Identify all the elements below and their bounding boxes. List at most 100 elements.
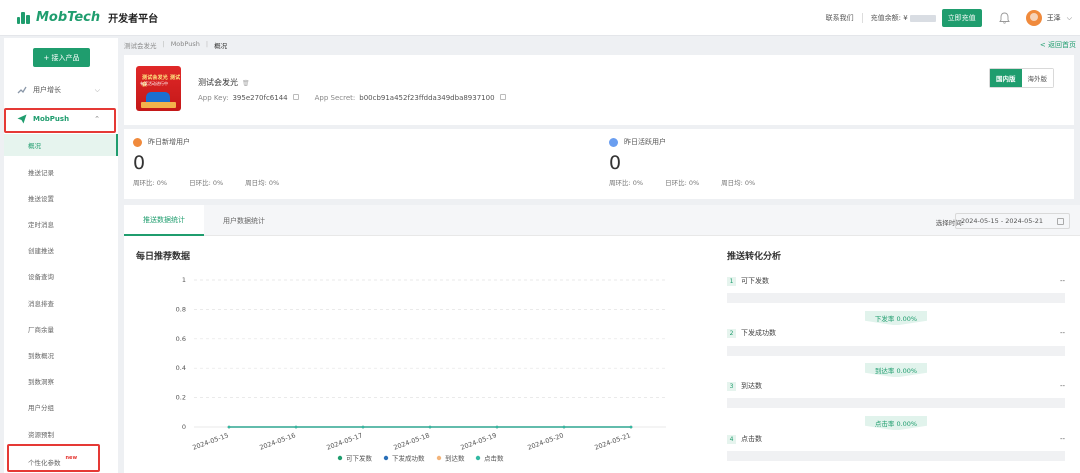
sidebar-item-device-query[interactable]: 设备查询 bbox=[4, 265, 118, 287]
funnel-step: 4 点击数 -- bbox=[727, 433, 1065, 445]
step-label: 下发成功数 bbox=[741, 329, 776, 337]
sidebar-item-data-insight[interactable]: 到数洞察 bbox=[4, 370, 118, 392]
funnel-step: 2 下发成功数 -- bbox=[727, 327, 1065, 339]
stat-value: 0 bbox=[133, 152, 146, 174]
data-point bbox=[361, 425, 365, 429]
legend-marker bbox=[337, 455, 343, 461]
calendar-icon bbox=[1057, 218, 1064, 225]
date-range-picker[interactable]: 2024-05-15 - 2024-05-21 bbox=[955, 213, 1070, 229]
funnel-bar bbox=[727, 293, 1065, 303]
daily-line-chart: 0 0.2 0.4 0.6 0.8 1 2024-05-15 2024-05-16 2024-0… bbox=[176, 276, 666, 463]
app-name: 测试会发光 🗑 bbox=[198, 78, 250, 87]
x-tick-label: 2024-05-15 bbox=[191, 431, 229, 451]
sidebar-item-overview[interactable]: 概况 bbox=[4, 134, 118, 156]
growth-icon bbox=[17, 85, 27, 95]
platform-name: 开发者平台 bbox=[108, 13, 159, 25]
step-value: -- bbox=[1059, 277, 1065, 285]
sidebar-group-label: 用户增长 bbox=[33, 86, 61, 94]
recharge-button[interactable]: 立即充值 bbox=[941, 9, 982, 27]
funnel-step: 1 可下发数 -- bbox=[727, 275, 1065, 287]
sidebar-item-message-check[interactable]: 消息排查 bbox=[4, 292, 118, 314]
funnel-rate: 点击率 0.00% bbox=[865, 416, 927, 430]
y-tick-label: 1 bbox=[182, 276, 186, 284]
x-tick-label: 2024-05-21 bbox=[593, 431, 631, 451]
sidebar-item-push-settings[interactable]: 推送设置 bbox=[4, 187, 118, 209]
data-panel: 推送数据统计 用户数据统计 选择时间: 2024-05-15 - 2024-05… bbox=[124, 205, 1080, 473]
y-tick-label: 0.2 bbox=[176, 394, 186, 402]
stat-avg: 周日均: 0% bbox=[245, 179, 280, 187]
legend-label: 点击数 bbox=[484, 454, 504, 463]
region-overseas-button[interactable]: 海外版 bbox=[1021, 69, 1053, 87]
funnel-rate: 下发率 0.00% bbox=[865, 311, 927, 325]
stat-title: 昨日活跃用户 bbox=[624, 138, 666, 146]
funnel-rate: 到达率 0.00% bbox=[865, 363, 927, 377]
data-point bbox=[562, 425, 566, 429]
y-tick-label: 0.6 bbox=[176, 335, 186, 343]
app-key-value: 395e270fc6144 bbox=[232, 94, 288, 102]
legend-marker bbox=[383, 455, 389, 461]
highlight-box-mobpush bbox=[4, 108, 116, 133]
y-tick-label: 0.8 bbox=[176, 305, 186, 313]
region-toggle: 国内版 海外版 bbox=[989, 68, 1054, 88]
connect-product-button[interactable]: + 接入产品 bbox=[33, 48, 90, 67]
sidebar: + 接入产品 用户增长 ⌵ MobPush ⌃ 概况 推送记录 推送设置 定时消… bbox=[4, 38, 118, 473]
contact-link[interactable]: 联系我们 bbox=[818, 13, 863, 23]
legend-marker bbox=[436, 455, 442, 461]
x-tick-label: 2024-05-16 bbox=[258, 431, 296, 451]
step-number: 1 bbox=[727, 276, 736, 286]
brand-name: MobTech bbox=[36, 9, 101, 25]
x-tick-label: 2024-05-19 bbox=[459, 431, 497, 451]
logo-icon bbox=[16, 9, 32, 25]
sidebar-group-growth[interactable]: 用户增长 ⌵ bbox=[4, 78, 118, 102]
stat-active-users: 昨日活跃用户 0 周环比: 0% 日环比: 0% 周日均: 0% bbox=[609, 137, 777, 187]
stat-value: 0 bbox=[609, 152, 622, 174]
copy-icon[interactable] bbox=[499, 94, 506, 100]
data-point bbox=[227, 425, 231, 429]
step-number: 3 bbox=[727, 381, 736, 391]
balance-value-masked bbox=[909, 14, 936, 22]
sidebar-item-vendor-quota[interactable]: 厂商余量 bbox=[4, 318, 118, 340]
stat-avg: 周日均: 0% bbox=[721, 179, 756, 187]
app-secret-value: b00cb91a452f23ffdda349dba8937100 bbox=[359, 94, 495, 102]
stat-wow: 周环比: 0% bbox=[609, 179, 644, 187]
breadcrumb-current: 概况 bbox=[214, 42, 228, 50]
logo[interactable]: MobTech 开发者平台 bbox=[16, 9, 158, 25]
data-point bbox=[428, 425, 432, 429]
breadcrumb-item[interactable]: MobPush bbox=[171, 40, 200, 50]
app-info-card: 测试会发光 测试会 有奖活动进行中 测试会发光 🗑 App Key: 395e27… bbox=[124, 55, 1074, 125]
sidebar-item-scheduled[interactable]: 定时消息 bbox=[4, 213, 118, 235]
funnel-bar bbox=[727, 346, 1065, 356]
funnel-title: 推送转化分析 bbox=[727, 252, 782, 262]
chevron-down-icon[interactable]: ⌵ bbox=[1067, 14, 1072, 23]
breadcrumb: 测试会发光 | MobPush | 概况 bbox=[124, 40, 228, 50]
app-key-label: App Key: bbox=[198, 94, 229, 102]
stats-card: 昨日新增用户 0 周环比: 0% 日环比: 0% 周日均: 0% 昨日活跃用户 … bbox=[124, 129, 1074, 199]
sidebar-item-push-records[interactable]: 推送记录 bbox=[4, 161, 118, 183]
region-domestic-button[interactable]: 国内版 bbox=[990, 69, 1022, 87]
sidebar-item-data-overview[interactable]: 到数概况 bbox=[4, 344, 118, 366]
y-tick-label: 0 bbox=[182, 423, 186, 431]
breadcrumb-item[interactable]: 测试会发光 bbox=[124, 40, 157, 50]
y-tick-label: 0.4 bbox=[176, 364, 186, 372]
step-value: -- bbox=[1059, 382, 1065, 390]
sidebar-item-user-groups[interactable]: 用户分组 bbox=[4, 396, 118, 418]
data-point bbox=[495, 425, 499, 429]
lock-icon: 🗑 bbox=[242, 80, 250, 87]
legend-marker bbox=[475, 455, 481, 461]
app-icon-subtitle: 有奖活动进行中 bbox=[140, 81, 168, 86]
data-point bbox=[294, 425, 298, 429]
balance: 充值余额: ¥ bbox=[863, 13, 942, 23]
funnel-bar bbox=[727, 451, 1065, 461]
stat-dod: 日环比: 0% bbox=[665, 179, 700, 187]
bell-icon[interactable] bbox=[994, 8, 1016, 28]
app-secret-label: App Secret: bbox=[314, 94, 356, 102]
legend-label: 可下发数 bbox=[346, 454, 373, 463]
user-name[interactable]: 王泽 bbox=[1047, 13, 1061, 23]
back-home-link[interactable]: < 返回首页 bbox=[1040, 40, 1076, 50]
sidebar-item-resource-preset[interactable]: 资源预制 bbox=[4, 423, 118, 445]
copy-icon[interactable] bbox=[292, 94, 299, 100]
step-value: -- bbox=[1059, 329, 1065, 337]
funnel-bar bbox=[727, 398, 1065, 408]
avatar[interactable] bbox=[1025, 10, 1042, 26]
sidebar-item-create-push[interactable]: 创建推送 bbox=[4, 239, 118, 261]
